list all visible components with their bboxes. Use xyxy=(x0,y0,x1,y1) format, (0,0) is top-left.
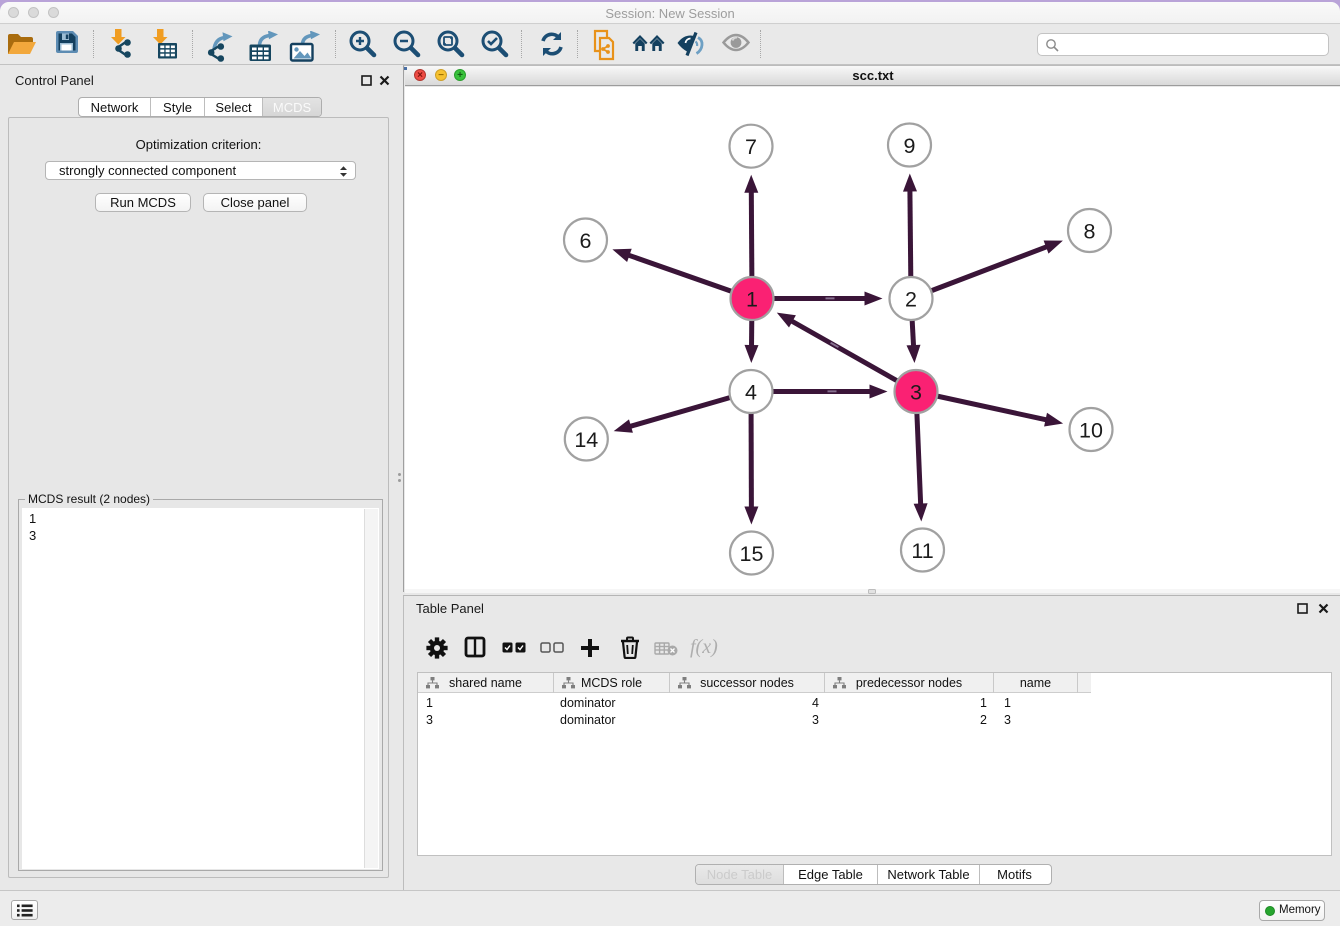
svg-text:15: 15 xyxy=(740,542,764,566)
svg-text:10: 10 xyxy=(1079,418,1103,442)
svg-text:4: 4 xyxy=(745,380,757,404)
svg-text:7: 7 xyxy=(745,135,757,159)
svg-text:14: 14 xyxy=(574,428,598,452)
svg-text:9: 9 xyxy=(904,134,916,158)
svg-text:2: 2 xyxy=(905,287,917,311)
svg-text:3: 3 xyxy=(910,380,922,404)
svg-text:11: 11 xyxy=(911,539,933,563)
svg-text:1: 1 xyxy=(746,287,758,311)
svg-text:8: 8 xyxy=(1084,219,1096,243)
svg-text:6: 6 xyxy=(580,229,592,253)
